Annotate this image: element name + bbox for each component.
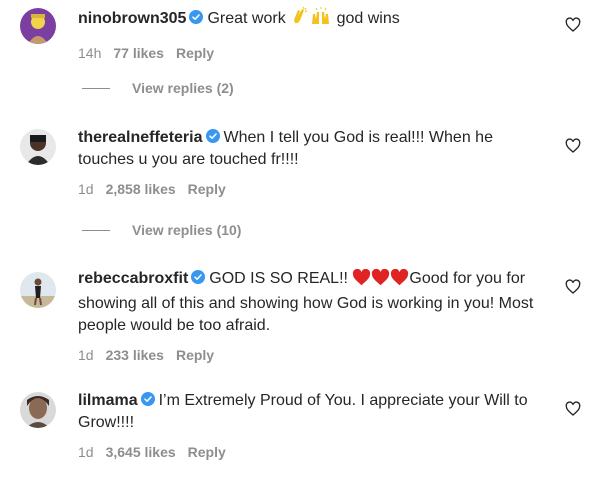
red-heart-icon [352,268,371,293]
divider-line [82,229,110,231]
view-replies-button[interactable]: View replies (10) [82,222,241,238]
red-heart-icon [371,268,390,293]
view-replies-label[interactable]: View replies (10) [132,222,241,238]
avatar-image [20,129,56,165]
verified-badge-icon [189,9,204,24]
like-button[interactable] [565,138,581,154]
red-heart-icon [390,268,409,293]
view-replies-button[interactable]: View replies (2) [82,80,234,96]
verified-badge-icon [205,128,220,143]
clapping-hands-icon [290,6,310,33]
view-replies-label[interactable]: View replies (2) [132,80,234,96]
comment-username[interactable]: lilmama [78,392,138,409]
reply-button[interactable]: Reply [176,45,214,61]
comment-timestamp: 1d [78,181,94,197]
comment-username[interactable]: therealneffeteria [78,129,203,146]
avatar-image [20,272,56,308]
verified-badge-icon [140,391,155,406]
comment-likes[interactable]: 2,858 likes [106,181,176,197]
comments-thread: ninobrown305 Great work god wins 14h 77 … [0,0,595,479]
verified-badge-icon [191,269,206,284]
reply-button[interactable]: Reply [188,181,226,197]
avatar-image [20,392,56,428]
comment-username[interactable]: ninobrown305 [78,10,186,27]
comment-username[interactable]: rebeccabroxfit [78,270,188,287]
avatar[interactable] [20,8,56,44]
like-button[interactable] [565,279,581,295]
avatar[interactable] [20,272,56,308]
like-button[interactable] [565,17,581,33]
avatar-image [20,8,56,44]
comment-likes[interactable]: 77 likes [113,45,164,61]
comment-likes[interactable]: 233 likes [106,347,164,363]
heart-outline-icon [565,17,581,32]
comment-timestamp: 1d [78,347,94,363]
comment-text: Great work [207,10,286,27]
comment-timestamp: 1d [78,444,94,460]
heart-outline-icon [565,401,581,416]
reply-button[interactable]: Reply [188,444,226,460]
avatar[interactable] [20,129,56,165]
divider-line [82,87,110,89]
comment-text: GOD IS SO REAL!! [209,270,348,287]
comment-timestamp: 14h [78,45,102,61]
like-button[interactable] [565,401,581,417]
heart-outline-icon [565,279,581,294]
comment-text: god wins [336,10,400,27]
heart-outline-icon [565,138,581,153]
reply-button[interactable]: Reply [176,347,214,363]
raising-hands-icon [310,6,332,33]
comment-likes[interactable]: 3,645 likes [106,444,176,460]
avatar[interactable] [20,392,56,428]
